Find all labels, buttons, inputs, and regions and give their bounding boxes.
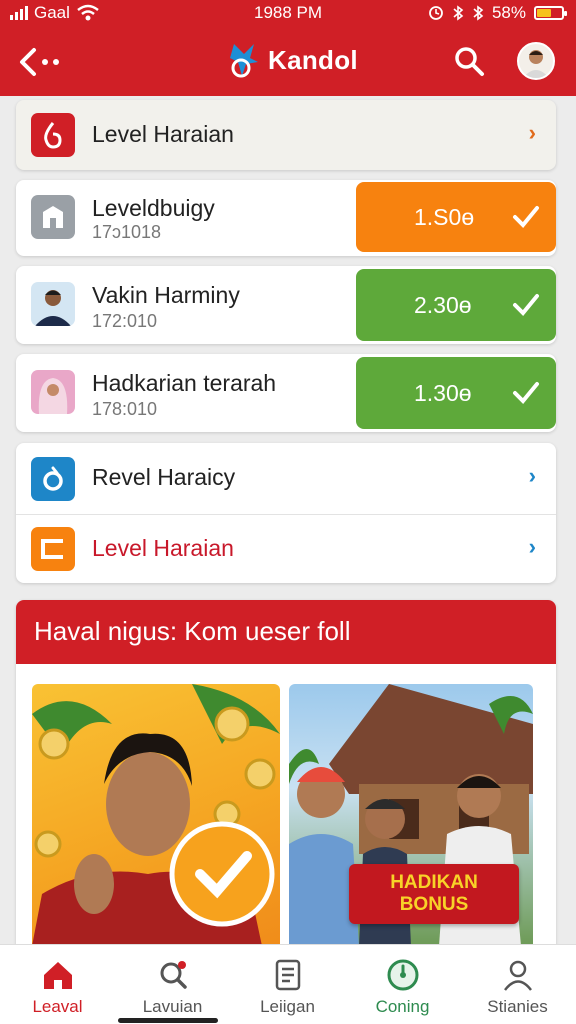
nav-tab-lavuian[interactable]: Lavuian: [115, 945, 230, 1024]
brand-logo: Kandol: [228, 40, 358, 80]
search-icon[interactable]: [452, 44, 486, 78]
nav-label: Coning: [375, 997, 430, 1016]
level-menu-group: Revel Haraicy › Level Haraian ›: [16, 443, 556, 583]
bonus-line-2: BONUS: [399, 894, 469, 915]
nav-label: Lavuian: [142, 997, 203, 1016]
drop-icon: [31, 113, 75, 157]
user-avatar[interactable]: [517, 42, 555, 80]
reward-amount: 1.30ɵ: [414, 380, 472, 406]
nav-tab-leiigan[interactable]: Leiigan: [230, 945, 345, 1024]
battery-percent: 58%: [491, 3, 526, 22]
bonus-line-1: HADIKAN: [390, 872, 478, 893]
ring-icon: [31, 457, 75, 501]
battery-level: [537, 9, 551, 17]
building-icon: [31, 195, 75, 239]
bottom-nav: Leaval Lavuian Leiigan Coning Stianies: [0, 944, 576, 1024]
bluetooth-icon-2: [473, 5, 484, 21]
nav-label: Leaval: [32, 997, 83, 1016]
person-photo-icon: [31, 282, 75, 326]
person-icon: [503, 960, 532, 991]
battery-icon: [534, 6, 567, 20]
row-title: Level Haraian: [92, 121, 234, 147]
bracket-icon: [31, 527, 75, 571]
chevron-right-icon[interactable]: ›: [529, 534, 536, 560]
brand-name: Kandol: [268, 44, 358, 75]
bonus-badge[interactable]: HADIKAN BONUS: [349, 864, 519, 924]
brand-mark-icon: [230, 44, 258, 78]
check-icon: [513, 382, 539, 404]
status-bar: Gaal 1988 PM 58%: [0, 0, 576, 28]
claim-button-green[interactable]: 2.30ɵ: [356, 269, 556, 341]
chevron-right-icon[interactable]: ›: [529, 120, 536, 146]
claim-button-orange[interactable]: 1.S0ɵ: [356, 182, 556, 252]
avatar-person-icon: [519, 44, 553, 78]
carrier-name: Gaal: [34, 3, 70, 22]
gauge-icon: [387, 959, 418, 991]
promo-illustration-a: [32, 684, 280, 946]
bluetooth-icon: [453, 5, 464, 21]
promo-image-man-coins[interactable]: [32, 684, 280, 946]
row-title: Leveldbuigy: [92, 195, 215, 221]
menu-row-level[interactable]: Level Haraian ›: [16, 515, 556, 583]
chevron-right-icon[interactable]: ›: [529, 463, 536, 489]
reward-amount: 2.30ɵ: [414, 292, 472, 318]
promo-title: Haval nigus: Kom ueser foll: [16, 600, 556, 664]
check-icon: [513, 294, 539, 316]
clock: 1988 PM: [254, 3, 323, 22]
row-title: Level Haraian: [92, 535, 234, 561]
row-title: Hadkarian terarah: [92, 370, 277, 396]
app-header: Kandol: [0, 28, 576, 96]
promo-image-group-house[interactable]: HADIKAN BONUS: [289, 684, 533, 946]
nav-tab-leaval[interactable]: Leaval: [0, 945, 115, 1024]
level-row-top[interactable]: Level Haraian ›: [16, 100, 556, 170]
reward-amount: 1.S0ɵ: [414, 204, 475, 230]
check-icon: [513, 206, 539, 228]
signal-icon: [10, 6, 28, 20]
reward-row-3[interactable]: Hadkarian terarah 178:010 1.30ɵ: [16, 354, 556, 432]
row-title: Revel Haraicy: [92, 464, 236, 490]
claim-button-green[interactable]: 1.30ɵ: [356, 357, 556, 429]
row-code: 178:010: [92, 399, 158, 419]
back-arrow-icon[interactable]: [18, 44, 66, 80]
document-icon: [275, 959, 300, 991]
home-icon: [43, 962, 72, 989]
reward-row-2[interactable]: Vakin Harminy 172:010 2.30ɵ: [16, 266, 556, 344]
menu-row-revel[interactable]: Revel Haraicy ›: [16, 443, 556, 514]
promo-section: Haval nigus: Kom ueser foll HADIKAN BONU…: [16, 600, 556, 946]
row-code: 17ↄ1018: [92, 222, 162, 242]
row-title: Vakin Harminy: [92, 282, 240, 308]
reward-row-1[interactable]: Leveldbuigy 17ↄ1018 1.S0ɵ: [16, 180, 556, 256]
search-icon: [160, 961, 187, 989]
wifi-icon: [77, 4, 99, 21]
nav-label: Leiigan: [260, 997, 315, 1016]
person-hijab-icon: [31, 370, 75, 414]
nav-tab-stianies[interactable]: Stianies: [460, 945, 575, 1024]
home-indicator: [118, 1018, 218, 1023]
alarm-icon: [429, 6, 443, 20]
row-code: 172:010: [92, 311, 158, 331]
nav-label: Stianies: [487, 997, 548, 1016]
nav-tab-coning[interactable]: Coning: [345, 945, 460, 1024]
